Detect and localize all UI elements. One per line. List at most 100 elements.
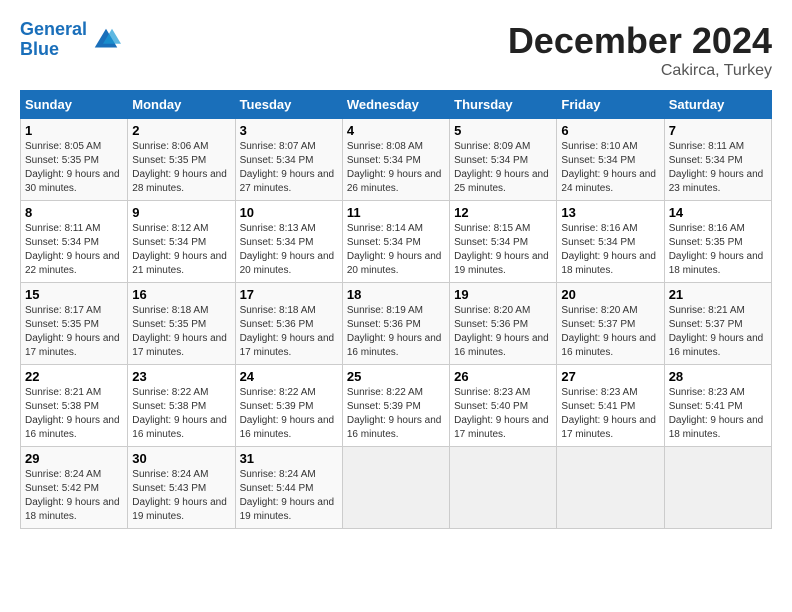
table-row: 21 Sunrise: 8:21 AMSunset: 5:37 PMDayligh… [664, 283, 771, 365]
table-row: 12 Sunrise: 8:15 AMSunset: 5:34 PMDayligh… [450, 201, 557, 283]
table-row: 13 Sunrise: 8:16 AMSunset: 5:34 PMDayligh… [557, 201, 664, 283]
table-row: 18 Sunrise: 8:19 AMSunset: 5:36 PMDayligh… [342, 283, 449, 365]
calendar-week-2: 8 Sunrise: 8:11 AMSunset: 5:34 PMDaylight… [21, 201, 772, 283]
day-info: Sunrise: 8:08 AMSunset: 5:34 PMDaylight:… [347, 141, 442, 194]
table-row [342, 447, 449, 529]
day-info: Sunrise: 8:24 AMSunset: 5:42 PMDaylight:… [25, 469, 120, 522]
day-number: 16 [132, 287, 230, 302]
table-row: 17 Sunrise: 8:18 AMSunset: 5:36 PMDayligh… [235, 283, 342, 365]
day-number: 25 [347, 369, 445, 384]
day-number: 14 [669, 205, 767, 220]
day-number: 30 [132, 451, 230, 466]
logo-text: GeneralBlue [20, 20, 87, 60]
day-number: 26 [454, 369, 552, 384]
day-info: Sunrise: 8:06 AMSunset: 5:35 PMDaylight:… [132, 141, 227, 194]
calendar-week-3: 15 Sunrise: 8:17 AMSunset: 5:35 PMDayligh… [21, 283, 772, 365]
day-number: 23 [132, 369, 230, 384]
day-number: 4 [347, 123, 445, 138]
table-row: 9 Sunrise: 8:12 AMSunset: 5:34 PMDaylight… [128, 201, 235, 283]
table-row: 20 Sunrise: 8:20 AMSunset: 5:37 PMDayligh… [557, 283, 664, 365]
day-number: 31 [240, 451, 338, 466]
table-row: 31 Sunrise: 8:24 AMSunset: 5:44 PMDayligh… [235, 447, 342, 529]
day-info: Sunrise: 8:12 AMSunset: 5:34 PMDaylight:… [132, 223, 227, 276]
header-tuesday: Tuesday [235, 91, 342, 119]
day-number: 12 [454, 205, 552, 220]
table-row: 16Sunrise: 8:18 AMSunset: 5:35 PMDayligh… [128, 283, 235, 365]
day-number: 13 [561, 205, 659, 220]
day-info: Sunrise: 8:19 AMSunset: 5:36 PMDaylight:… [347, 305, 442, 358]
table-row: 7Sunrise: 8:11 AMSunset: 5:34 PMDaylight… [664, 119, 771, 201]
day-number: 1 [25, 123, 123, 138]
table-row: 5 Sunrise: 8:09 AMSunset: 5:34 PMDaylight… [450, 119, 557, 201]
title-block: December 2024 Cakirca, Turkey [508, 20, 772, 80]
day-info: Sunrise: 8:22 AMSunset: 5:39 PMDaylight:… [347, 387, 442, 440]
table-row: 4 Sunrise: 8:08 AMSunset: 5:34 PMDaylight… [342, 119, 449, 201]
day-info: Sunrise: 8:09 AMSunset: 5:34 PMDaylight:… [454, 141, 549, 194]
day-info: Sunrise: 8:21 AMSunset: 5:38 PMDaylight:… [25, 387, 120, 440]
table-row: 14 Sunrise: 8:16 AMSunset: 5:35 PMDayligh… [664, 201, 771, 283]
day-number: 11 [347, 205, 445, 220]
day-info: Sunrise: 8:23 AMSunset: 5:40 PMDaylight:… [454, 387, 549, 440]
day-info: Sunrise: 8:11 AMSunset: 5:34 PMDaylight:… [25, 223, 120, 276]
day-number: 20 [561, 287, 659, 302]
calendar-table: Sunday Monday Tuesday Wednesday Thursday… [20, 90, 772, 529]
table-row: 29Sunrise: 8:24 AMSunset: 5:42 PMDayligh… [21, 447, 128, 529]
calendar-week-4: 22 Sunrise: 8:21 AMSunset: 5:38 PMDayligh… [21, 365, 772, 447]
day-number: 17 [240, 287, 338, 302]
day-number: 28 [669, 369, 767, 384]
day-info: Sunrise: 8:20 AMSunset: 5:37 PMDaylight:… [561, 305, 656, 358]
day-number: 9 [132, 205, 230, 220]
table-row: 2 Sunrise: 8:06 AMSunset: 5:35 PMDaylight… [128, 119, 235, 201]
day-number: 5 [454, 123, 552, 138]
month-title: December 2024 [508, 20, 772, 62]
day-number: 8 [25, 205, 123, 220]
header-monday: Monday [128, 91, 235, 119]
table-row [450, 447, 557, 529]
table-row: 26 Sunrise: 8:23 AMSunset: 5:40 PMDayligh… [450, 365, 557, 447]
header-sunday: Sunday [21, 91, 128, 119]
day-info: Sunrise: 8:15 AMSunset: 5:34 PMDaylight:… [454, 223, 549, 276]
day-number: 10 [240, 205, 338, 220]
day-number: 18 [347, 287, 445, 302]
day-info: Sunrise: 8:22 AMSunset: 5:39 PMDaylight:… [240, 387, 335, 440]
table-row [557, 447, 664, 529]
table-row: 24 Sunrise: 8:22 AMSunset: 5:39 PMDayligh… [235, 365, 342, 447]
day-info: Sunrise: 8:22 AMSunset: 5:38 PMDaylight:… [132, 387, 227, 440]
header-thursday: Thursday [450, 91, 557, 119]
calendar-week-5: 29Sunrise: 8:24 AMSunset: 5:42 PMDayligh… [21, 447, 772, 529]
logo: GeneralBlue [20, 20, 121, 60]
day-info: Sunrise: 8:11 AMSunset: 5:34 PMDaylight:… [669, 141, 764, 194]
day-info: Sunrise: 8:17 AMSunset: 5:35 PMDaylight:… [25, 305, 120, 358]
day-info: Sunrise: 8:05 AMSunset: 5:35 PMDaylight:… [25, 141, 120, 194]
header-saturday: Saturday [664, 91, 771, 119]
day-number: 15 [25, 287, 123, 302]
day-info: Sunrise: 8:16 AMSunset: 5:34 PMDaylight:… [561, 223, 656, 276]
table-row: 27Sunrise: 8:23 AMSunset: 5:41 PMDayligh… [557, 365, 664, 447]
day-number: 19 [454, 287, 552, 302]
table-row: 1 Sunrise: 8:05 AMSunset: 5:35 PMDaylight… [21, 119, 128, 201]
table-row: 25 Sunrise: 8:22 AMSunset: 5:39 PMDayligh… [342, 365, 449, 447]
header-friday: Friday [557, 91, 664, 119]
logo-icon [91, 25, 121, 55]
day-info: Sunrise: 8:24 AMSunset: 5:44 PMDaylight:… [240, 469, 335, 522]
day-info: Sunrise: 8:07 AMSunset: 5:34 PMDaylight:… [240, 141, 335, 194]
day-info: Sunrise: 8:16 AMSunset: 5:35 PMDaylight:… [669, 223, 764, 276]
page-header: GeneralBlue December 2024 Cakirca, Turke… [20, 20, 772, 80]
day-number: 22 [25, 369, 123, 384]
table-row: 10Sunrise: 8:13 AMSunset: 5:34 PMDayligh… [235, 201, 342, 283]
day-number: 2 [132, 123, 230, 138]
location: Cakirca, Turkey [508, 62, 772, 80]
day-info: Sunrise: 8:18 AMSunset: 5:36 PMDaylight:… [240, 305, 335, 358]
day-info: Sunrise: 8:20 AMSunset: 5:36 PMDaylight:… [454, 305, 549, 358]
day-info: Sunrise: 8:21 AMSunset: 5:37 PMDaylight:… [669, 305, 764, 358]
day-info: Sunrise: 8:23 AMSunset: 5:41 PMDaylight:… [669, 387, 764, 440]
day-number: 21 [669, 287, 767, 302]
table-row: 8 Sunrise: 8:11 AMSunset: 5:34 PMDaylight… [21, 201, 128, 283]
table-row: 3Sunrise: 8:07 AMSunset: 5:34 PMDaylight… [235, 119, 342, 201]
day-number: 24 [240, 369, 338, 384]
day-info: Sunrise: 8:14 AMSunset: 5:34 PMDaylight:… [347, 223, 442, 276]
day-number: 27 [561, 369, 659, 384]
table-row: 6Sunrise: 8:10 AMSunset: 5:34 PMDaylight… [557, 119, 664, 201]
table-row: 28 Sunrise: 8:23 AMSunset: 5:41 PMDayligh… [664, 365, 771, 447]
day-number: 6 [561, 123, 659, 138]
